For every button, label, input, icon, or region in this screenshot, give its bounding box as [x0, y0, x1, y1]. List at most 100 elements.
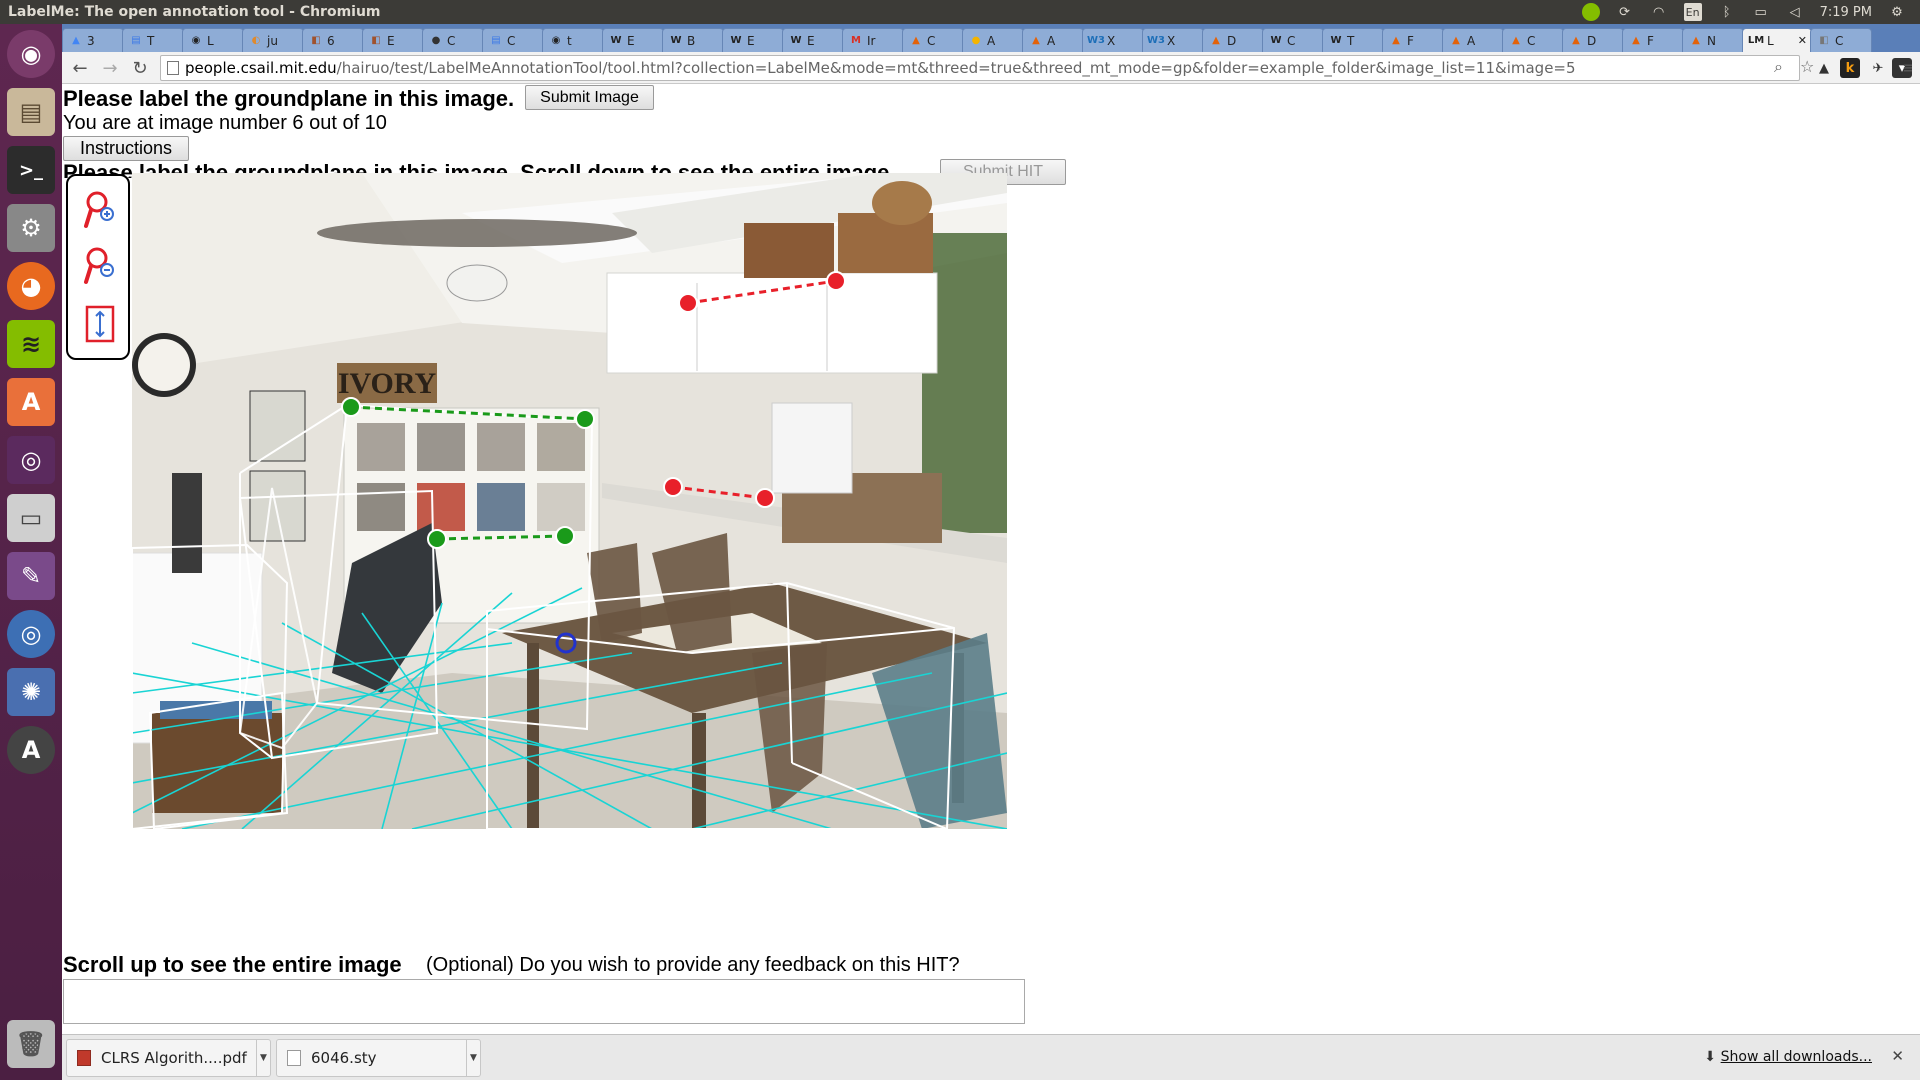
browser-tab[interactable]: ▲ A — [1022, 28, 1084, 52]
chrome-menu-icon[interactable]: ≡ — [1898, 58, 1918, 78]
unity-tweak-icon[interactable]: ◎ — [7, 436, 55, 484]
browser-tab[interactable]: ◧ C — [1810, 28, 1872, 52]
tab-label: C — [447, 33, 456, 48]
red-handle[interactable] — [678, 293, 698, 313]
browser-tab[interactable]: ◉ L — [182, 28, 244, 52]
update-manager-icon[interactable]: A — [7, 726, 55, 774]
floor-basket — [152, 713, 282, 813]
browser-tab[interactable]: ● C — [422, 28, 484, 52]
wifi-icon[interactable]: ◠ — [1650, 3, 1668, 21]
tab-favicon-icon: ● — [431, 35, 441, 46]
extension-k-icon[interactable]: k — [1840, 58, 1860, 78]
browser-tab[interactable]: ▲ D — [1202, 28, 1264, 52]
tab-label: T — [147, 33, 155, 48]
upper-cabinet — [606, 272, 938, 374]
tab-favicon-icon: ▲ — [1632, 35, 1640, 46]
zoom-icon[interactable]: ⌕ — [1774, 57, 1783, 77]
sync-icon[interactable]: ⟳ — [1616, 3, 1634, 21]
extension-icon[interactable]: ▲ — [1814, 58, 1834, 78]
chevron-down-icon[interactable]: ▼ — [466, 1040, 480, 1076]
back-button[interactable]: ← — [68, 56, 92, 80]
spotify-icon[interactable]: ≋ — [7, 320, 55, 368]
trash-icon[interactable]: 🗑 — [7, 1020, 55, 1068]
downloads-shelf: CLRS Algorith....pdf ▼ 6046.sty ▼ ⬇ Show… — [62, 1034, 1920, 1080]
browser-tab[interactable]: ▲ C — [1502, 28, 1564, 52]
bookmark-star-icon[interactable]: ☆ — [1800, 57, 1814, 76]
address-bar[interactable]: people.csail.mit.edu/hairuo/test/LabelMe… — [160, 55, 1800, 81]
ubuntu-dash-icon[interactable]: ◉ — [7, 30, 55, 78]
annotation-image[interactable]: IVORY — [132, 173, 1007, 829]
browser-tab[interactable]: ▲ 3 — [62, 28, 124, 52]
firefox-icon[interactable]: ◕ — [7, 262, 55, 310]
tab-label: E — [387, 33, 395, 48]
battery-icon[interactable]: ▭ — [1752, 3, 1770, 21]
browser-tab[interactable]: ◧ 6 — [302, 28, 364, 52]
terminal-icon[interactable]: >_ — [7, 146, 55, 194]
red-handle[interactable] — [755, 488, 775, 508]
browser-tab[interactable]: LM L ✕ — [1742, 28, 1812, 52]
browser-tab[interactable]: ▲ F — [1382, 28, 1444, 52]
browser-tab[interactable]: ◉ t — [542, 28, 604, 52]
download-filename: 6046.sty — [311, 1049, 377, 1067]
browser-tab[interactable]: W3 X — [1142, 28, 1204, 52]
browser-tab[interactable]: ▲ C — [902, 28, 964, 52]
green-handle[interactable] — [341, 397, 361, 417]
green-handle[interactable] — [575, 409, 595, 429]
extension-notify-icon[interactable]: ✈ — [1868, 58, 1888, 78]
red-handle[interactable] — [663, 477, 683, 497]
tab-favicon-icon: ▲ — [1572, 35, 1580, 46]
settings-icon[interactable]: ⚙ — [7, 204, 55, 252]
red-handle[interactable] — [826, 271, 846, 291]
show-all-downloads-link[interactable]: Show all downloads... — [1721, 1049, 1872, 1065]
volume-icon[interactable]: ◁ — [1786, 3, 1804, 21]
download-item[interactable]: 6046.sty ▼ — [276, 1039, 481, 1077]
zoom-out-icon[interactable] — [83, 246, 117, 286]
browser-tab[interactable]: M Ir — [842, 28, 904, 52]
browser-tab[interactable]: WE — [782, 28, 844, 52]
browser-tab[interactable]: W3 X — [1082, 28, 1144, 52]
tab-close-icon[interactable]: ✕ — [1798, 34, 1807, 47]
window-title: LabelMe: The open annotation tool - Chro… — [8, 4, 381, 20]
close-icon[interactable]: ✕ — [1891, 1047, 1904, 1065]
files-icon[interactable]: ▤ — [7, 88, 55, 136]
drive-icon[interactable]: ▭ — [7, 494, 55, 542]
clock[interactable]: 7:19 PM — [1820, 5, 1872, 20]
chevron-down-icon[interactable]: ▼ — [256, 1040, 270, 1076]
software-center-icon[interactable]: A — [7, 378, 55, 426]
bluetooth-icon[interactable]: ᛒ — [1718, 3, 1736, 21]
submit-image-button[interactable]: Submit Image — [525, 85, 654, 110]
tab-favicon-icon: ◧ — [371, 35, 381, 46]
feedback-textarea[interactable] — [63, 979, 1025, 1024]
keyboard-layout-indicator[interactable]: En — [1683, 3, 1702, 21]
fit-to-window-icon[interactable] — [83, 304, 117, 344]
browser-tab[interactable]: WE — [722, 28, 784, 52]
browser-tab[interactable]: ▲ N — [1682, 28, 1744, 52]
browser-tab[interactable]: ◧ E — [362, 28, 424, 52]
browser-tab[interactable]: ▤ T — [122, 28, 184, 52]
browser-tab[interactable]: ▲ F — [1622, 28, 1684, 52]
shotwell-icon[interactable]: ✺ — [7, 668, 55, 716]
feedback-question: (Optional) Do you wish to provide any fe… — [426, 954, 960, 976]
download-item[interactable]: CLRS Algorith....pdf ▼ — [66, 1039, 271, 1077]
text-editor-icon[interactable]: ✎ — [7, 552, 55, 600]
green-handle[interactable] — [555, 526, 575, 546]
spotify-tray-icon[interactable] — [1581, 3, 1600, 21]
zoom-in-icon[interactable] — [83, 190, 117, 230]
green-handle[interactable] — [427, 529, 447, 549]
browser-tab[interactable]: WT — [1322, 28, 1384, 52]
browser-tab[interactable]: ▲ A — [1442, 28, 1504, 52]
forward-button[interactable]: → — [98, 56, 122, 80]
browser-tab[interactable]: ▤ C — [482, 28, 544, 52]
browser-tab[interactable]: ● A — [962, 28, 1024, 52]
browser-tab[interactable]: WB — [662, 28, 724, 52]
browser-tab[interactable]: WE — [602, 28, 664, 52]
instructions-button[interactable]: Instructions — [63, 136, 189, 161]
browser-tab[interactable]: ◐ ju — [242, 28, 304, 52]
gear-icon[interactable]: ⚙ — [1888, 3, 1906, 21]
tab-favicon-icon: ▲ — [1512, 35, 1520, 46]
browser-tab[interactable]: ▲ D — [1562, 28, 1624, 52]
chromium-icon[interactable]: ◎ — [7, 610, 55, 658]
system-tray: ⟳ ◠ En ᛒ ▭ ◁ 7:19 PM ⚙ — [1581, 0, 1906, 24]
reload-button[interactable]: ↻ — [128, 56, 152, 80]
browser-tab[interactable]: WC — [1262, 28, 1324, 52]
